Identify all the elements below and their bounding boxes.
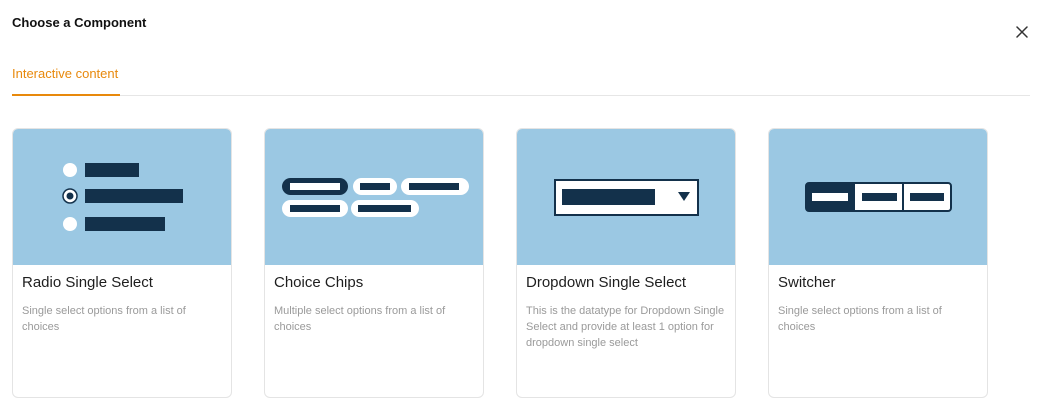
card-choice-chips[interactable]: Choice Chips Multiple select options fro… — [264, 128, 484, 398]
card-radio-single-select[interactable]: Radio Single Select Single select option… — [12, 128, 232, 398]
card-title: Radio Single Select — [22, 274, 153, 291]
card-thumbnail — [517, 129, 735, 265]
tab-bar: Interactive content — [12, 66, 1030, 96]
dialog-title: Choose a Component — [12, 15, 147, 30]
card-thumbnail — [769, 129, 987, 265]
card-description: Single select options from a list of cho… — [778, 305, 942, 333]
card-title: Dropdown Single Select — [526, 274, 687, 291]
segmented-switch-icon — [805, 182, 952, 212]
card-thumbnail — [265, 129, 483, 265]
card-description: Multiple select options from a list of c… — [274, 305, 446, 333]
card-title: Choice Chips — [274, 274, 364, 291]
card-dropdown-single-select[interactable]: Dropdown Single Select This is the datat… — [516, 128, 736, 398]
card-switcher[interactable]: Switcher Single select options from a li… — [768, 128, 988, 398]
card-description: This is the datatype for Dropdown Single… — [526, 305, 725, 349]
radio-list-icon — [62, 163, 183, 231]
close-icon — [1016, 26, 1028, 38]
dropdown-icon — [554, 179, 699, 216]
card-title: Switcher — [778, 274, 836, 291]
close-button[interactable] — [1012, 22, 1032, 42]
chips-icon — [282, 178, 469, 217]
tab-interactive-content[interactable]: Interactive content — [12, 66, 121, 96]
card-description: Single select options from a list of cho… — [22, 305, 186, 333]
card-thumbnail — [13, 129, 231, 265]
